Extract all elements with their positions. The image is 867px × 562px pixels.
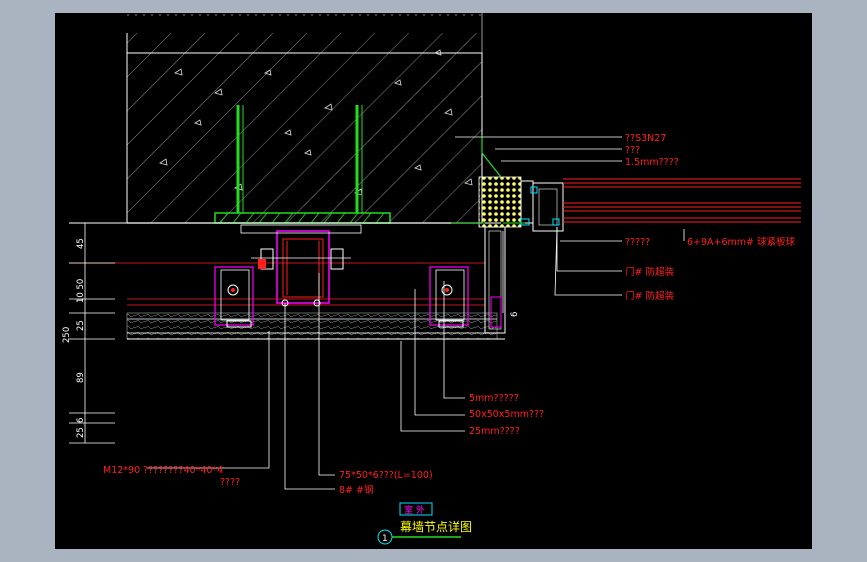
label-sealant: ?????: [625, 237, 650, 248]
label-s3n27: ??S3N27: [625, 133, 666, 144]
dim-25a: 25: [76, 320, 86, 331]
title-block: 室 外 幕墙节点详图 1: [377, 502, 472, 545]
dim-250: 250: [62, 327, 72, 343]
dim-25b: 25: [76, 427, 86, 438]
label-angle-50: 50x50x5mm???: [469, 409, 544, 420]
title-number: 1: [382, 534, 388, 544]
label-bolt-note: ????: [220, 477, 240, 488]
title-main: 幕墙节点详图: [400, 519, 472, 534]
label-profile-2: 门# 防超装: [625, 290, 674, 302]
label-channel-8: 8# #钢: [339, 484, 373, 496]
label-fill: ???: [625, 145, 640, 156]
curtain-wall-node-detail: ??S3N27 ??? 1.5mm???? ????? 6+9A+6mm# 球紧…: [62, 13, 801, 545]
label-1-5mm: 1.5mm????: [625, 157, 679, 168]
dimension-lines: [69, 222, 115, 444]
steel-channel: [240, 224, 362, 307]
glass-panes: [563, 178, 801, 223]
dim-6: 6: [76, 418, 86, 423]
bottom-labels: 5mm????? 50x50x5mm??? 25mm???? M12*90 ??…: [103, 393, 544, 496]
label-profile-1: 门# 防超装: [625, 266, 674, 278]
label-m12-bolt: M12*90 ????????40*40*4: [103, 465, 223, 476]
label-angle-75: 75*50*6???(L=100): [339, 470, 433, 481]
label-25mm: 25mm????: [469, 426, 520, 437]
concrete-slab: [126, 13, 483, 224]
dim-6-right: 6: [510, 312, 520, 317]
label-glass: 6+9A+6mm# 球紧板球: [687, 236, 796, 248]
dim-10-50: 10 50: [76, 279, 86, 303]
label-5mm: 5mm?????: [469, 393, 519, 404]
cad-drawing-canvas: ??S3N27 ??? 1.5mm???? ????? 6+9A+6mm# 球紧…: [55, 13, 812, 549]
dim-45: 45: [76, 238, 86, 249]
title-tag: 室 外: [404, 504, 425, 516]
dim-89: 89: [76, 372, 86, 383]
